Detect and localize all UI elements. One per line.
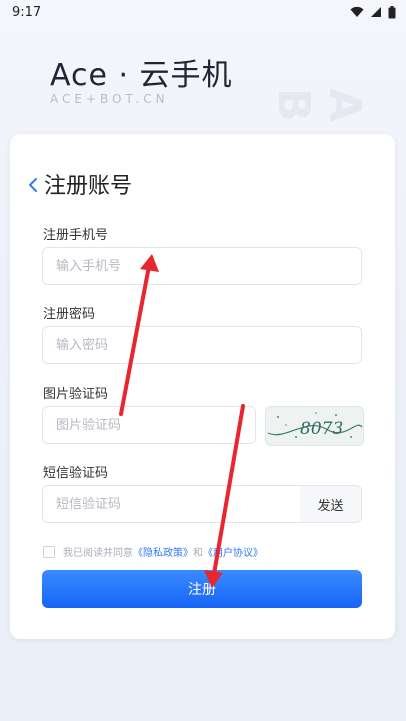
- phone-label: 注册手机号: [43, 228, 109, 243]
- register-button[interactable]: 注册: [42, 570, 362, 608]
- page-title: 注册账号: [44, 174, 133, 199]
- brand-title: Ace · 云手机: [50, 58, 233, 93]
- agreement-and: 和: [193, 548, 203, 559]
- image-code-label: 图片验证码: [43, 387, 109, 402]
- agreement-checkbox[interactable]: [43, 545, 55, 558]
- sms-code-label: 短信验证码: [43, 466, 109, 481]
- signal-icon: [371, 7, 381, 17]
- captcha-text: 8073: [300, 419, 343, 439]
- register-card: 注册账号 注册手机号 注册密码 图片验证码 8073 短信验证码 发送 我已阅读…: [10, 134, 395, 639]
- password-label: 注册密码: [43, 307, 96, 322]
- agreement-prefix: 我已阅读并同意: [63, 548, 133, 559]
- battery-icon: [388, 5, 396, 18]
- sms-code-input[interactable]: [42, 485, 301, 523]
- user-agreement-link[interactable]: 《用户协议》: [203, 544, 263, 559]
- status-bar: 9:17: [0, 0, 406, 24]
- privacy-policy-link[interactable]: 《隐私政策》: [133, 544, 193, 559]
- brand-subtitle: ACE+BOT.CN: [50, 92, 169, 106]
- back-button[interactable]: [22, 174, 44, 196]
- send-code-button[interactable]: 发送: [300, 485, 362, 523]
- status-time: 9:17: [12, 4, 42, 20]
- captcha-image[interactable]: 8073: [265, 406, 364, 446]
- image-code-input[interactable]: [42, 406, 256, 444]
- status-icons: [350, 5, 396, 19]
- agreement-row: 我已阅读并同意 《隐私政策》 和 《用户协议》: [43, 544, 263, 559]
- password-input[interactable]: [42, 326, 362, 364]
- wifi-icon: [350, 6, 364, 17]
- chevron-left-icon: [29, 178, 37, 192]
- phone-input[interactable]: [42, 247, 362, 285]
